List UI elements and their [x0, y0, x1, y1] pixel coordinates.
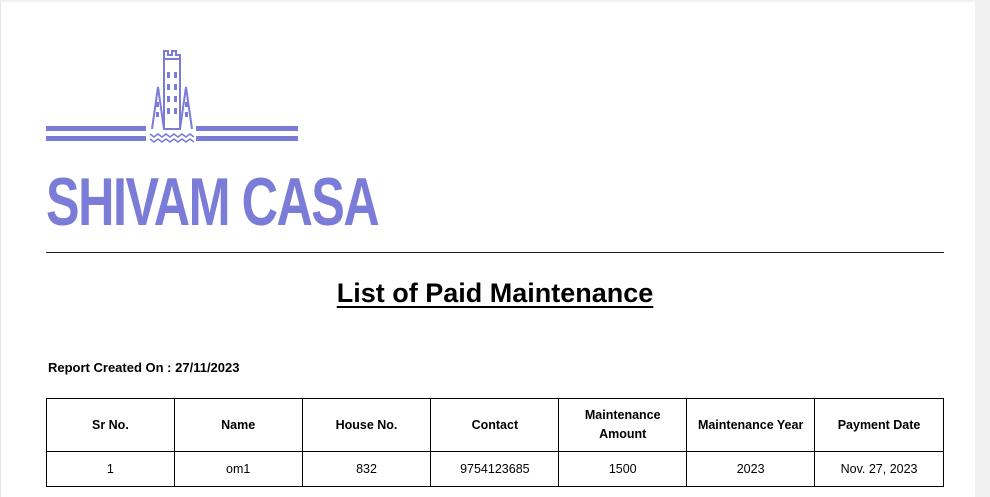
logo-wordmark: SHIVAM CASA	[46, 164, 380, 240]
header-divider	[46, 252, 944, 253]
paid-maintenance-table: Sr No. Name House No. Contact Maintenanc…	[46, 398, 944, 487]
header-contact: Contact	[430, 398, 560, 452]
cell-payment-date: Nov. 27, 2023	[814, 451, 944, 487]
header-sr-no: Sr No.	[46, 398, 175, 452]
cell-house-no: 832	[301, 451, 432, 487]
cell-maintenance-amount: 1500	[558, 451, 688, 487]
table-row: 1 om1 832 9754123685 1500 2023 Nov. 27, …	[46, 451, 944, 487]
cell-name: om1	[173, 451, 303, 487]
header-name: Name	[173, 398, 303, 452]
header-house-no: House No.	[301, 398, 432, 452]
viewer-scrollbar-track[interactable]	[975, 0, 990, 497]
header-payment-date: Payment Date	[814, 398, 944, 452]
cell-contact: 9754123685	[430, 451, 560, 487]
page-title: List of Paid Maintenance	[336, 278, 654, 308]
table-header-row: Sr No. Name House No. Contact Maintenanc…	[46, 398, 944, 452]
header-maintenance-amount: Maintenance Amount	[558, 398, 688, 452]
header-maintenance-year: Maintenance Year	[686, 398, 816, 452]
report-page: SHIVAM CASA List of Paid Maintenance Rep…	[0, 2, 976, 497]
cell-sr-no: 1	[46, 451, 175, 487]
cell-maintenance-year: 2023	[686, 451, 816, 487]
report-created-date: Report Created On : 27/11/2023	[48, 360, 240, 375]
